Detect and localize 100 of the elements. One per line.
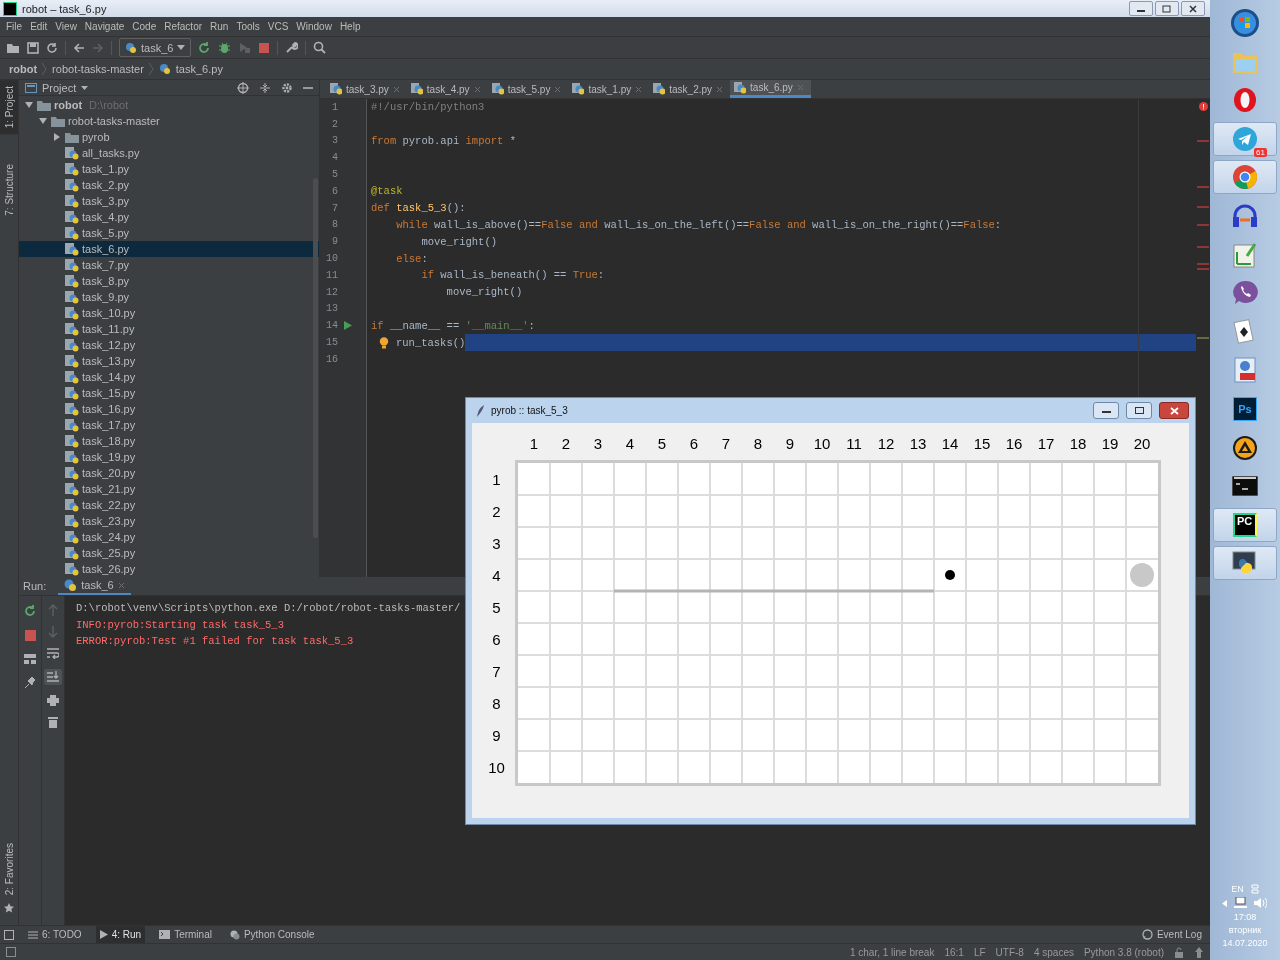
side-tab[interactable]: 2: Favorites	[0, 836, 18, 901]
photoshop-icon[interactable]: Ps	[1233, 396, 1257, 421]
expand-arrow-icon[interactable]	[25, 101, 33, 109]
python-icon[interactable]	[1232, 551, 1258, 576]
lock-icon[interactable]	[1174, 946, 1184, 958]
menu-item[interactable]: Run	[206, 21, 233, 32]
menu-item[interactable]: Help	[335, 21, 365, 32]
tree-item[interactable]: task_17.py	[19, 417, 319, 433]
lightbulb-icon[interactable]	[378, 336, 389, 349]
command-prompt-icon[interactable]	[1232, 476, 1258, 497]
panel-toggle-icon[interactable]	[6, 947, 16, 957]
folder-icon[interactable]	[6, 41, 20, 54]
stop-icon[interactable]	[24, 630, 36, 641]
menu-item[interactable]: File	[2, 21, 27, 32]
menu-item[interactable]: Navigate	[80, 21, 129, 32]
tree-item[interactable]: task_8.py	[19, 273, 319, 289]
settings-icon[interactable]	[281, 81, 293, 94]
save-icon[interactable]	[27, 41, 39, 54]
run-configuration-dropdown[interactable]: task_6	[119, 38, 192, 57]
tree-item[interactable]: task_22.py	[19, 497, 319, 513]
tree-item[interactable]: task_19.py	[19, 449, 319, 465]
locate-icon[interactable]	[237, 81, 249, 94]
minimize-button[interactable]	[1093, 402, 1119, 419]
collapse-icon[interactable]	[259, 81, 271, 94]
soft-wrap-icon[interactable]	[47, 648, 59, 659]
minimize-button[interactable]	[1129, 1, 1153, 16]
editor-tab[interactable]: task_6.py	[730, 80, 811, 98]
panel-toggle-icon[interactable]	[4, 929, 14, 940]
tool-window-tab[interactable]: 4: Run	[95, 926, 146, 943]
tree-item[interactable]: task_14.py	[19, 369, 319, 385]
menu-item[interactable]: Tools	[232, 21, 264, 32]
print-icon[interactable]	[47, 695, 59, 706]
expand-arrow-icon[interactable]	[53, 133, 61, 141]
maximize-button[interactable]	[1126, 402, 1152, 419]
tree-item[interactable]: task_9.py	[19, 289, 319, 305]
rerun-icon[interactable]	[23, 604, 37, 617]
viber-icon[interactable]	[1232, 280, 1258, 307]
back-arrow-icon[interactable]	[73, 41, 85, 54]
tree-item[interactable]: task_1.py	[19, 161, 319, 177]
tree-item[interactable]: task_11.py	[19, 321, 319, 337]
chart-icon[interactable]	[1233, 241, 1257, 268]
network-icon[interactable]	[1234, 897, 1248, 909]
pdf-icon[interactable]	[1233, 357, 1257, 384]
error-icon[interactable]	[1198, 102, 1208, 111]
pin-icon[interactable]	[24, 677, 36, 689]
editor-tab[interactable]: task_5.py	[487, 80, 569, 98]
chrome-icon[interactable]	[1232, 164, 1258, 191]
search-icon[interactable]	[313, 41, 327, 54]
tool-window-tab[interactable]: 6: TODO	[24, 926, 86, 943]
breadcrumb[interactable]: robot-tasks-master	[52, 63, 144, 75]
menu-item[interactable]: View	[51, 21, 81, 32]
editor-tab[interactable]: task_4.py	[406, 80, 488, 98]
trash-icon[interactable]	[48, 716, 58, 728]
layout-icon[interactable]	[24, 654, 36, 664]
expand-arrow-icon[interactable]	[39, 117, 47, 125]
tool-window-tab[interactable]: Terminal	[155, 926, 216, 943]
wrench-icon[interactable]	[285, 41, 299, 54]
tree-item[interactable]: task_6.py	[19, 241, 319, 257]
tree-item[interactable]: all_tasks.py	[19, 145, 319, 161]
event-log-button[interactable]: Event Log	[1137, 926, 1206, 943]
start-orb-icon[interactable]	[1230, 8, 1260, 38]
tree-item[interactable]: task_16.py	[19, 401, 319, 417]
tree-item[interactable]: task_15.py	[19, 385, 319, 401]
tree-item[interactable]: task_2.py	[19, 177, 319, 193]
status-item[interactable]: 16:1	[944, 946, 964, 958]
tree-item[interactable]: task_21.py	[19, 481, 319, 497]
status-item[interactable]: LF	[973, 946, 986, 958]
menu-item[interactable]: Code	[128, 21, 161, 32]
sync-icon[interactable]	[46, 41, 58, 54]
tree-item[interactable]: task_5.py	[19, 225, 319, 241]
stop-icon[interactable]	[258, 41, 271, 54]
status-item[interactable]: UTF-8	[995, 946, 1024, 958]
tree-item[interactable]: task_13.py	[19, 353, 319, 369]
menu-item[interactable]: Window	[292, 21, 336, 32]
editor-tab[interactable]: task_3.py	[326, 80, 407, 98]
close-button[interactable]	[1181, 1, 1205, 16]
editor-tab[interactable]: task_2.py	[649, 80, 731, 98]
status-item[interactable]: Python 3.8 (robot)	[1083, 946, 1164, 958]
tree-item[interactable]: task_7.py	[19, 257, 319, 273]
status-item[interactable]: 1 char, 1 line break	[849, 946, 935, 958]
run-tab[interactable]: task_6	[58, 577, 131, 595]
tree-item[interactable]: task_18.py	[19, 433, 319, 449]
telegram-icon[interactable]	[1232, 125, 1258, 152]
tree-item[interactable]: robot-tasks-master	[19, 113, 319, 129]
headphones-icon[interactable]	[1232, 203, 1258, 228]
menu-item[interactable]: Refactor	[160, 21, 207, 32]
status-item[interactable]: 4 spaces	[1033, 946, 1074, 958]
tree-item[interactable]: task_3.py	[19, 193, 319, 209]
breadcrumb[interactable]: task_6.py	[175, 63, 223, 75]
tree-item[interactable]: pyrob	[19, 129, 319, 145]
inspector-icon[interactable]	[1194, 946, 1204, 958]
player-icon[interactable]	[1232, 434, 1258, 461]
opera-icon[interactable]	[1233, 87, 1257, 114]
rerun-icon[interactable]	[198, 41, 212, 54]
breadcrumb[interactable]: robot	[9, 63, 38, 75]
tree-item[interactable]: task_12.py	[19, 337, 319, 353]
tree-item[interactable]: task_25.py	[19, 545, 319, 561]
tree-item[interactable]: task_10.py	[19, 305, 319, 321]
tree-item[interactable]: task_26.py	[19, 561, 319, 577]
scroll-to-end-button[interactable]	[44, 669, 62, 685]
